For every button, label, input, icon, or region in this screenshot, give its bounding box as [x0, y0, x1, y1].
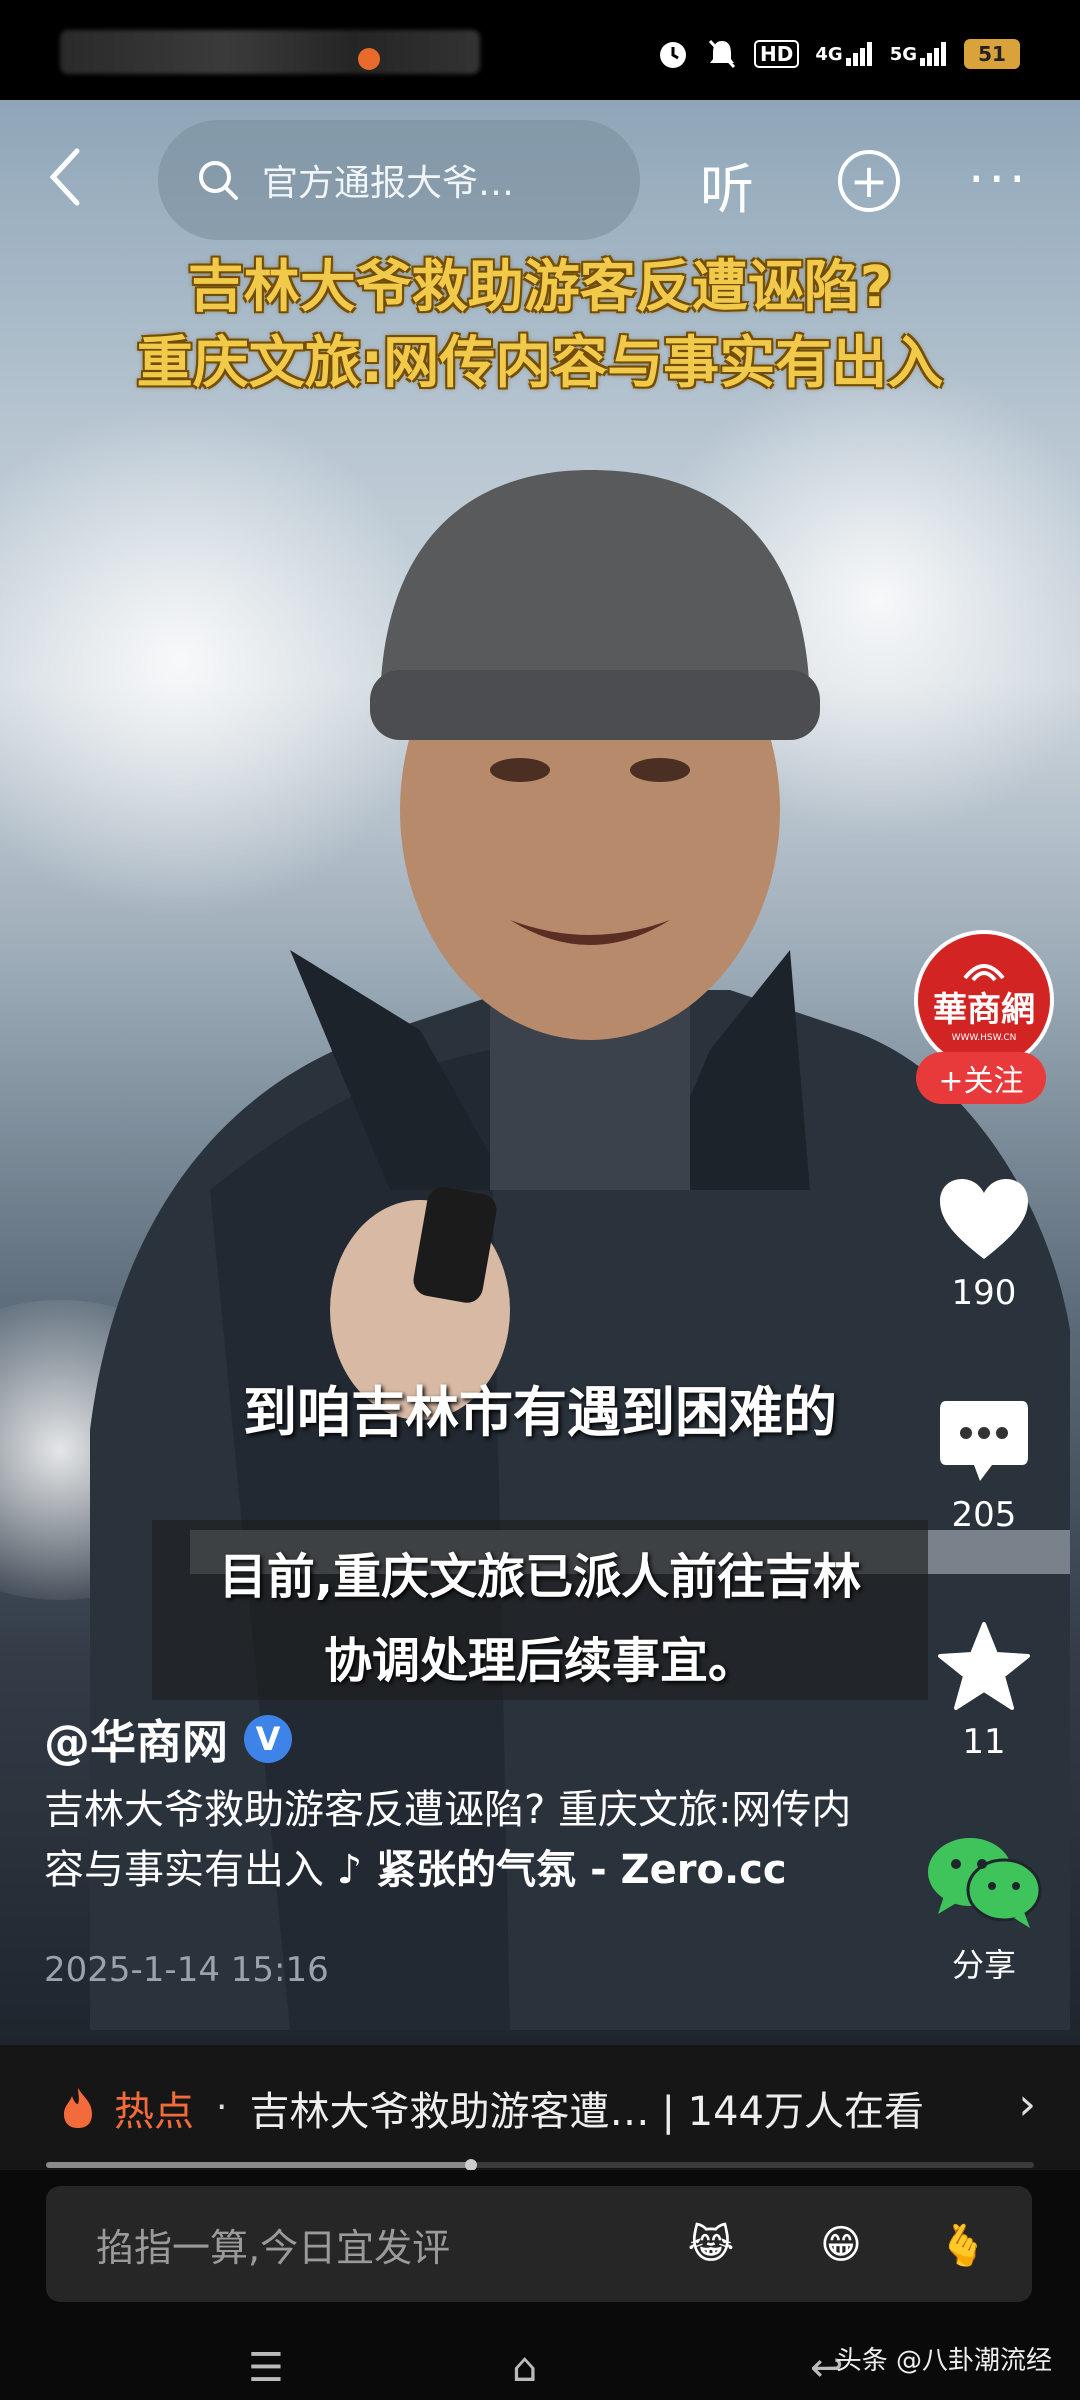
headline-line-1: 吉林大爷救助游客反遭诬陷?: [187, 255, 893, 320]
like-button[interactable]: 190: [914, 1175, 1054, 1313]
headline-line-2: 重庆文旅:网传内容与事实有出入: [136, 331, 944, 396]
emoji-finger-heart-icon[interactable]: 🫰: [928, 2210, 998, 2280]
signal-waves-icon: [963, 963, 1005, 981]
fire-icon: [64, 2087, 92, 2128]
status-bar: HD 4G 5G 51: [0, 0, 1080, 100]
share-label: 分享: [951, 1946, 1016, 1984]
favorite-button[interactable]: 11: [914, 1620, 1054, 1762]
author-name[interactable]: @华商网 V: [44, 1706, 292, 1772]
star-icon: [938, 1622, 1030, 1710]
wechat-icon: [928, 1838, 1042, 1928]
comment-count: 205: [951, 1495, 1017, 1535]
chevron-left-icon: [49, 148, 80, 206]
music-title[interactable]: ♪ 紧张的气氛 - Zero.cc: [337, 1847, 787, 1893]
chevron-right-icon: ›: [1018, 2079, 1036, 2130]
caption-line-1: 目前,重庆文旅已派人前往吉林: [218, 1549, 862, 1605]
caption-line-2: 协调处理后续事宜。: [323, 1633, 756, 1689]
plus-icon: +: [849, 154, 889, 208]
listen-button[interactable]: 听: [700, 145, 754, 224]
emoji-grin-icon[interactable]: 😁: [806, 2210, 876, 2280]
video-headline: 吉林大爷救助游客反遭诬陷? 重庆文旅:网传内容与事实有出入: [0, 250, 1080, 402]
search-icon: [199, 161, 238, 200]
search-query-text: 官方通报大爷…: [262, 163, 515, 204]
video-caption: 目前,重庆文旅已派人前往吉林 协调处理后续事宜。: [140, 1535, 940, 1703]
hd-icon: HD: [754, 40, 800, 68]
status-icons: HD 4G 5G 51: [656, 34, 1020, 74]
trending-topic: 吉林大爷救助游客遭…: [249, 2088, 650, 2135]
status-notifications-blurred: [60, 30, 480, 74]
add-button[interactable]: +: [838, 150, 900, 212]
notification-dot-icon: [358, 48, 380, 70]
avatar-logo-text: 華商網: [933, 989, 1035, 1030]
alarm-icon: [656, 37, 690, 71]
separator-dot: ·: [216, 2087, 228, 2128]
progress-fill: [46, 2162, 471, 2168]
author-avatar[interactable]: 華商網 WWW.HSW.CN: [914, 930, 1054, 1070]
trending-bar[interactable]: 热点 · 吉林大爷救助游客遭… | 144万人在看 ›: [0, 2045, 1080, 2170]
avatar-logo-subtext: WWW.HSW.CN: [951, 1032, 1017, 1043]
signal-4g-icon: 4G: [815, 42, 873, 66]
like-count: 190: [951, 1273, 1017, 1313]
verified-badge-icon: V: [244, 1715, 292, 1763]
comment-input[interactable]: 掐指一算,今日宜发评: [46, 2186, 1032, 2302]
more-dots-icon: ···: [968, 150, 1030, 210]
comment-placeholder: 掐指一算,今日宜发评: [96, 2225, 451, 2270]
mute-icon: [706, 37, 738, 71]
trending-label: 热点: [114, 2088, 194, 2135]
signal-5g-icon: 5G: [890, 42, 948, 66]
back-button[interactable]: [40, 142, 90, 212]
comment-button[interactable]: 205: [914, 1395, 1054, 1535]
video-progress-bar[interactable]: [46, 2159, 1034, 2171]
post-description[interactable]: 吉林大爷救助游客反遭诬陷? 重庆文旅:网传内容与事实有出入 ♪ 紧张的气氛 - …: [44, 1780, 864, 1900]
viewer-count: | 144万人在看: [661, 2088, 924, 2135]
home-icon[interactable]: ⌂: [512, 2345, 537, 2391]
emoji-laugh-cry-icon[interactable]: 😹: [676, 2210, 746, 2280]
share-button[interactable]: 分享: [914, 1830, 1054, 1986]
favorite-count: 11: [962, 1722, 1006, 1762]
menu-icon[interactable]: ☰: [248, 2345, 284, 2391]
follow-button[interactable]: +关注: [916, 1052, 1046, 1104]
watermark: 头条 @八卦潮流经: [835, 2346, 1052, 2376]
search-bar[interactable]: 官方通报大爷…: [158, 120, 640, 240]
post-date: 2025-1-14 15:16: [44, 1950, 329, 1990]
battery-icon: 51: [964, 39, 1020, 69]
comment-icon: [940, 1401, 1028, 1481]
heart-icon: [940, 1179, 1028, 1259]
more-options-button[interactable]: ···: [968, 150, 1030, 210]
author-handle: @华商网: [44, 1715, 228, 1769]
